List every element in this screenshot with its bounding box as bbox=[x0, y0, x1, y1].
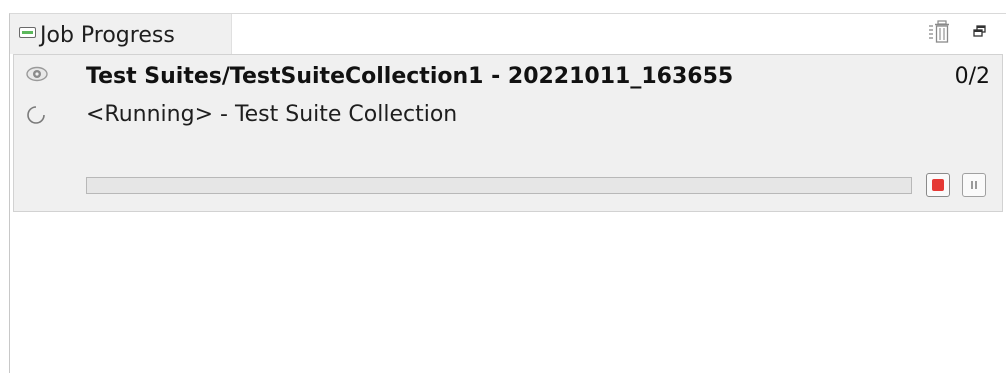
eye-icon bbox=[26, 66, 48, 82]
view-tab-bar: Job Progress bbox=[10, 14, 1006, 54]
restore-window-icon bbox=[973, 25, 986, 37]
restore-view-button[interactable] bbox=[968, 20, 994, 44]
job-progress-view: Job Progress Test Suites/TestSuiteCollec… bbox=[9, 13, 1006, 374]
job-entry[interactable]: Test Suites/TestSuiteCollection1 - 20221… bbox=[13, 54, 1003, 212]
tab-label: Job Progress bbox=[40, 23, 175, 48]
stop-button[interactable] bbox=[926, 173, 950, 197]
job-status: <Running> - Test Suite Collection bbox=[86, 102, 458, 127]
job-count: 0/2 bbox=[954, 64, 990, 89]
tab-job-progress[interactable]: Job Progress bbox=[10, 14, 232, 54]
remove-all-finished-button[interactable] bbox=[928, 20, 954, 44]
progress-bar bbox=[86, 177, 912, 194]
spinner-icon bbox=[27, 106, 45, 124]
job-title: Test Suites/TestSuiteCollection1 - 20221… bbox=[86, 64, 734, 89]
trash-icon bbox=[929, 20, 949, 43]
job-list-empty-area bbox=[10, 212, 1006, 374]
pause-button[interactable] bbox=[962, 173, 986, 197]
progress-view-icon bbox=[19, 27, 36, 38]
